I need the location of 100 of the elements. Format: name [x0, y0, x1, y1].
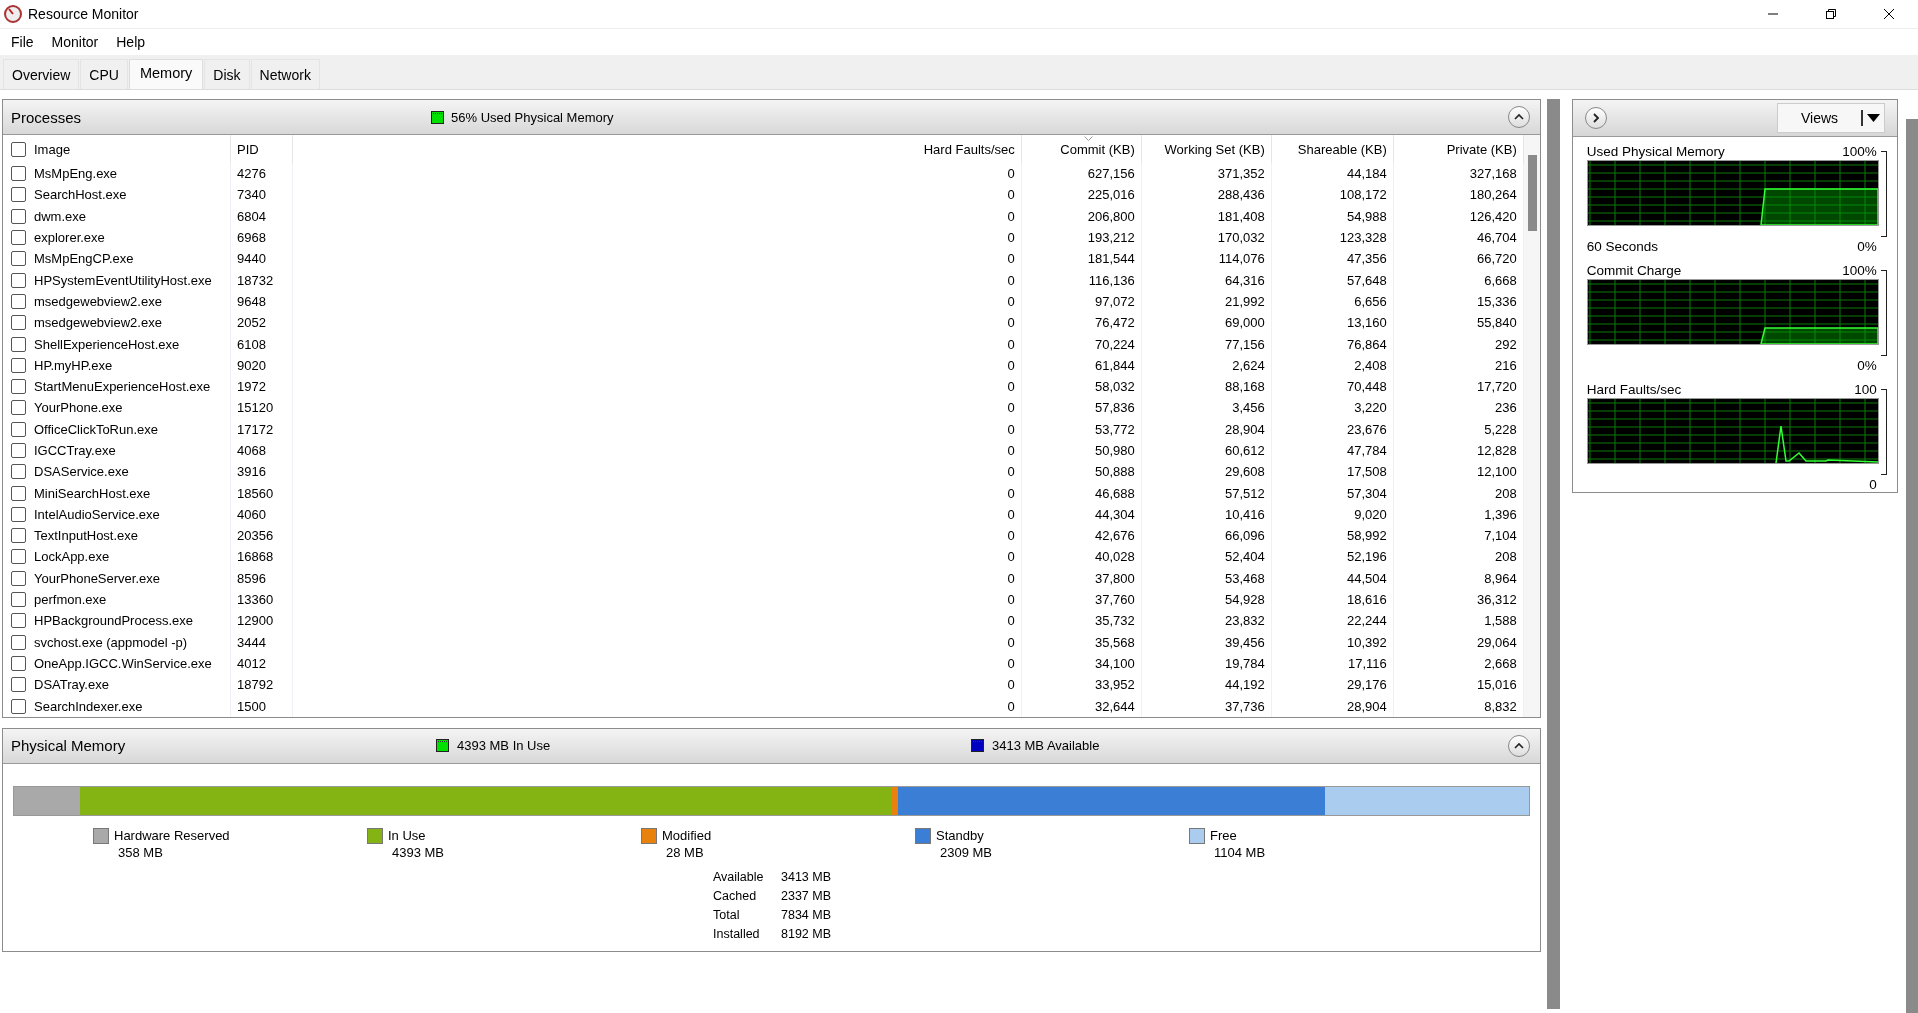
table-cell: 0 [1007, 613, 1015, 629]
table-cell: 0 [1007, 549, 1015, 565]
table-cell: 2,624 [1232, 357, 1265, 373]
memory-indicator: 3413 MB Available [992, 738, 1100, 754]
table-cell: 0 [1007, 357, 1015, 373]
menu-item[interactable]: Help [107, 34, 155, 50]
column-header[interactable]: Shareable (KB) [1297, 141, 1387, 157]
column-header[interactable]: Image [34, 141, 71, 157]
graph-min-label: 0 [1869, 477, 1877, 492]
table-cell: 50,980 [1094, 443, 1135, 458]
column-header[interactable]: Working Set (KB) [1164, 141, 1265, 157]
checkbox[interactable] [11, 698, 26, 714]
table-cell: dwm.exe [34, 208, 87, 224]
table-cell: 6,668 [1484, 272, 1517, 288]
tab[interactable]: CPU [80, 59, 128, 89]
table-cell: 1500 [237, 698, 266, 714]
tab[interactable]: Overview [3, 59, 80, 89]
checkbox[interactable] [11, 379, 26, 395]
checkbox[interactable] [11, 208, 26, 224]
table-cell: msedgewebview2.exe [34, 315, 162, 331]
views-button[interactable]: Views [1777, 103, 1885, 133]
tab[interactable]: Network [250, 59, 320, 89]
checkbox[interactable] [11, 230, 26, 246]
scrollbar[interactable] [1906, 119, 1918, 1013]
table-cell: 19,784 [1224, 655, 1265, 671]
checkbox[interactable] [11, 592, 26, 608]
column-header[interactable]: Commit (KB) [1060, 141, 1135, 157]
table-cell: 44,192 [1224, 677, 1265, 693]
column-header[interactable]: PID [237, 141, 259, 157]
checkbox[interactable] [11, 443, 26, 458]
checkbox[interactable] [11, 613, 26, 629]
table-cell: 0 [1007, 570, 1015, 586]
checkbox[interactable] [11, 141, 26, 157]
checkbox[interactable] [11, 251, 26, 267]
table-cell: ShellExperienceHost.exe [34, 336, 180, 352]
table-cell: 44,304 [1094, 506, 1135, 522]
checkbox[interactable] [11, 272, 26, 288]
table-cell: 18560 [237, 485, 274, 501]
table-cell: 236 [1495, 400, 1517, 416]
checkbox[interactable] [11, 187, 26, 203]
table-cell: 6108 [237, 336, 266, 352]
checkbox[interactable] [11, 549, 26, 565]
table-cell: 208 [1495, 485, 1517, 501]
collapse-button[interactable] [1507, 734, 1530, 757]
collapse-button[interactable] [1507, 106, 1530, 128]
table-cell: HPBackgroundProcess.exe [34, 613, 193, 629]
table-cell: 3916 [237, 464, 266, 480]
memory-chip-icon [431, 110, 444, 124]
checkbox[interactable] [11, 634, 26, 650]
table-cell: 0 [1007, 315, 1015, 331]
table-cell: 10,416 [1224, 506, 1265, 522]
table-cell: 1,396 [1484, 506, 1517, 522]
checkbox[interactable] [11, 336, 26, 352]
table-cell: 0 [1007, 379, 1015, 395]
table-cell: HPSystemEventUtilityHost.exe [34, 272, 212, 288]
stat-value: 8192 MB [781, 926, 833, 943]
checkbox[interactable] [11, 357, 26, 373]
checkbox[interactable] [11, 293, 26, 309]
checkbox[interactable] [11, 655, 26, 671]
expand-button[interactable] [1584, 107, 1607, 129]
table-cell: 77,156 [1224, 336, 1265, 352]
table-cell: perfmon.exe [34, 592, 107, 608]
checkbox[interactable] [11, 315, 26, 331]
section-header[interactable]: Processes 56% Used Physical Memory [3, 100, 1540, 135]
table-cell: 2,408 [1354, 357, 1387, 373]
table-cell: 3,220 [1354, 400, 1387, 416]
table-cell: 35,568 [1094, 634, 1135, 650]
tab[interactable]: Memory [128, 59, 204, 89]
checkbox[interactable] [11, 400, 26, 416]
section-header[interactable]: Physical Memory 4393 MB In Use 3413 MB Available [3, 728, 1540, 764]
checkbox[interactable] [11, 421, 26, 437]
checkbox[interactable] [11, 485, 26, 501]
table-cell: 28,904 [1346, 698, 1387, 714]
scrollbar[interactable] [1546, 99, 1560, 1009]
column-header[interactable]: Hard Faults/sec [923, 141, 1015, 157]
menu-item[interactable]: Monitor [42, 34, 108, 50]
graph-min-label: 0% [1857, 358, 1877, 373]
section-title: Physical Memory [10, 737, 127, 755]
table-cell: 37,760 [1094, 592, 1135, 608]
table-cell: 0 [1007, 677, 1015, 693]
checkbox[interactable] [11, 528, 26, 544]
checkbox[interactable] [11, 570, 26, 586]
table-cell: DSAService.exe [34, 464, 129, 480]
tab[interactable]: Disk [204, 59, 250, 89]
checkbox[interactable] [11, 506, 26, 522]
table-cell: 7340 [237, 187, 266, 203]
table-cell: 13,160 [1346, 315, 1387, 331]
table-cell: 70,224 [1094, 336, 1135, 352]
checkbox[interactable] [11, 166, 26, 182]
checkbox[interactable] [11, 464, 26, 480]
legend-value: 28 MB [665, 844, 705, 860]
table-cell: 4276 [237, 166, 266, 182]
checkbox[interactable] [11, 677, 26, 693]
table-cell: 53,468 [1224, 570, 1265, 586]
table-cell: 170,032 [1217, 230, 1265, 246]
table-cell: 88,168 [1224, 379, 1265, 395]
column-header[interactable]: Private (KB) [1446, 141, 1517, 157]
stat-label: Installed [713, 926, 761, 943]
menu-item[interactable]: File [2, 34, 43, 50]
table-cell: 52,404 [1224, 549, 1265, 565]
